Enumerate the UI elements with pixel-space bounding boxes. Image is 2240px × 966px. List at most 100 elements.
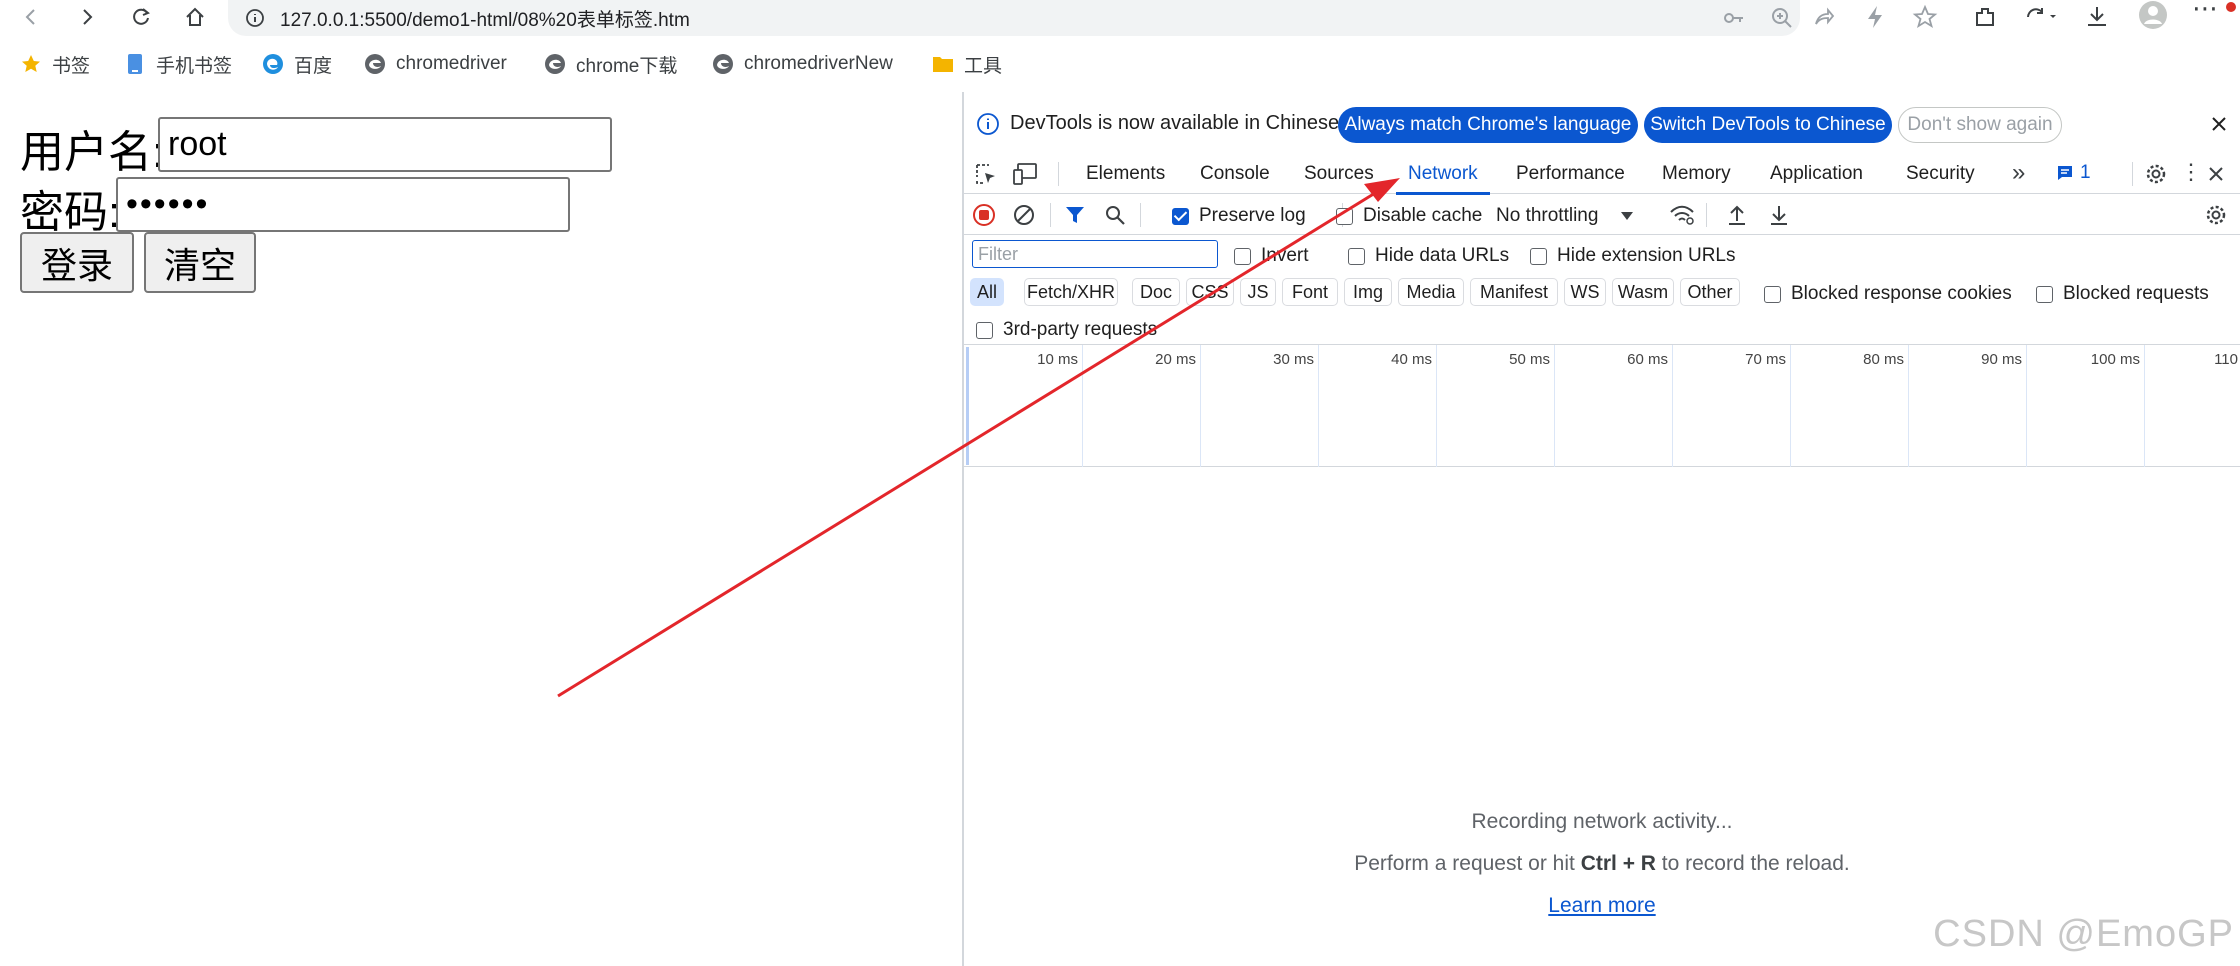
- timeline-left-handle[interactable]: [966, 347, 969, 465]
- timeline-tick-label: 110: [2214, 351, 2238, 368]
- issues-counter[interactable]: 1: [2056, 162, 2091, 184]
- tab-elements[interactable]: Elements: [1086, 154, 1165, 194]
- hide-extension-urls-checkbox[interactable]: Hide extension URLs: [1530, 245, 1735, 267]
- menu-dots-icon[interactable]: ⋯: [2192, 0, 2218, 24]
- home-icon: [186, 7, 204, 26]
- type-js[interactable]: JS: [1240, 278, 1276, 306]
- filter-input[interactable]: Filter: [972, 240, 1218, 268]
- tab-console[interactable]: Console: [1200, 154, 1270, 194]
- dont-show-again-button[interactable]: Don't show again: [1898, 107, 2062, 143]
- extensions-icon[interactable]: [1972, 4, 1998, 30]
- blocked-response-cookies-checkbox[interactable]: Blocked response cookies: [1764, 283, 2012, 305]
- sync-icon[interactable]: [2024, 4, 2060, 30]
- invert-checkbox[interactable]: Invert: [1234, 245, 1309, 267]
- tab-network[interactable]: Network: [1396, 154, 1490, 195]
- profile-avatar-icon[interactable]: [2136, 0, 2170, 32]
- home-button[interactable]: [178, 2, 212, 32]
- export-har-icon[interactable]: [1768, 203, 1790, 227]
- throttling-select[interactable]: No throttling: [1496, 205, 1634, 227]
- switch-to-chinese-button[interactable]: Switch DevTools to Chinese: [1644, 107, 1892, 143]
- type-ws[interactable]: WS: [1564, 278, 1606, 306]
- bookmark-label: chromedriver: [396, 53, 507, 74]
- always-match-language-button[interactable]: Always match Chrome's language: [1338, 107, 1638, 143]
- reload-button[interactable]: [124, 2, 158, 32]
- clear-icon[interactable]: [1012, 203, 1036, 227]
- key-icon: [1724, 13, 1743, 23]
- site-info-icon: [246, 9, 264, 27]
- bookmark-item[interactable]: chromedriver: [364, 44, 507, 84]
- device-toolbar-icon[interactable]: [1012, 162, 1038, 186]
- bookmark-item[interactable]: 工具: [932, 44, 1002, 84]
- site-icon: [544, 53, 566, 75]
- filter-row: Filter Invert Hide data URLs Hide extens…: [964, 235, 2240, 273]
- reload-icon: [133, 8, 150, 25]
- timeline-gridline: [1436, 345, 1437, 467]
- type-img[interactable]: Img: [1344, 278, 1392, 306]
- star-outline-icon[interactable]: [1912, 4, 1938, 30]
- record-icon[interactable]: [972, 203, 996, 227]
- kebab-menu-icon[interactable]: ⋮: [2180, 159, 2202, 185]
- browser-toolbar: 127.0.0.1:5500/demo1-html/08%20表单标签.htm …: [0, 0, 2240, 36]
- type-wasm[interactable]: Wasm: [1612, 278, 1674, 306]
- bookmark-label: 手机书签: [156, 55, 233, 77]
- share-icon[interactable]: [1812, 6, 1836, 30]
- clear-button[interactable]: 清空: [144, 232, 256, 293]
- star-icon: [20, 53, 42, 75]
- timeline-tick-label: 90 ms: [1981, 351, 2022, 368]
- settings-gear-icon[interactable]: [2144, 162, 2168, 186]
- disable-cache-checkbox[interactable]: Disable cache: [1336, 205, 1482, 227]
- type-manifest[interactable]: Manifest: [1470, 278, 1558, 306]
- back-button[interactable]: [14, 2, 48, 32]
- username-label: 用户名:: [20, 128, 165, 177]
- address-bar[interactable]: 127.0.0.1:5500/demo1-html/08%20表单标签.htm: [228, 0, 1800, 36]
- search-icon[interactable]: [1104, 204, 1126, 226]
- tab-security[interactable]: Security: [1906, 154, 1975, 194]
- tab-sources[interactable]: Sources: [1304, 154, 1374, 194]
- hide-extension-urls-label: Hide extension URLs: [1557, 245, 1736, 266]
- record-hint-prefix: Perform a request or hit: [1354, 852, 1581, 875]
- close-infobar-icon[interactable]: [2209, 114, 2229, 134]
- network-overview-timeline[interactable]: 10 ms 20 ms 30 ms 40 ms 50 ms 60 ms 70 ms 80 ms…: [964, 345, 2240, 467]
- username-input[interactable]: root: [158, 117, 612, 172]
- type-font[interactable]: Font: [1282, 278, 1338, 306]
- type-media[interactable]: Media: [1398, 278, 1464, 306]
- type-doc[interactable]: Doc: [1132, 278, 1180, 306]
- network-conditions-icon[interactable]: [1668, 203, 1696, 227]
- close-devtools-icon[interactable]: [2206, 164, 2226, 184]
- filter-funnel-icon[interactable]: [1064, 204, 1086, 226]
- back-arrow-icon: [25, 9, 35, 25]
- tab-memory[interactable]: Memory: [1662, 154, 1731, 194]
- bookmark-item[interactable]: chrome下载: [544, 44, 677, 84]
- bookmarks-bar: 书签 手机书签 百度 chromedriver chrome下载 chromed…: [0, 44, 2240, 86]
- bookmark-item[interactable]: 书签: [20, 44, 90, 84]
- bookmark-item[interactable]: chromedriverNew: [712, 44, 893, 84]
- more-tabs-icon[interactable]: »: [2012, 159, 2025, 187]
- tab-application[interactable]: Application: [1770, 154, 1863, 194]
- type-other[interactable]: Other: [1680, 278, 1740, 306]
- inspect-element-icon[interactable]: [974, 162, 998, 186]
- type-css[interactable]: CSS: [1186, 278, 1234, 306]
- type-all[interactable]: All: [970, 278, 1004, 306]
- blocked-requests-checkbox[interactable]: Blocked requests: [2036, 283, 2209, 305]
- login-button[interactable]: 登录: [20, 232, 134, 293]
- learn-more-link[interactable]: Learn more: [1548, 894, 1655, 917]
- tab-performance[interactable]: Performance: [1516, 154, 1625, 194]
- preserve-log-checkbox[interactable]: Preserve log: [1172, 205, 1306, 227]
- hide-data-urls-checkbox[interactable]: Hide data URLs: [1348, 245, 1509, 267]
- edge-icon: [262, 53, 284, 75]
- forward-button[interactable]: [70, 2, 104, 32]
- notification-dot: [2226, 2, 2236, 12]
- bookmark-item[interactable]: 手机书签: [124, 44, 232, 84]
- network-settings-gear-icon[interactable]: [2204, 203, 2228, 227]
- password-input[interactable]: ••••••: [116, 177, 570, 232]
- type-fetch-xhr[interactable]: Fetch/XHR: [1024, 278, 1118, 306]
- timeline-gridline: [1318, 345, 1319, 467]
- download-icon[interactable]: [2084, 4, 2110, 30]
- bookmark-label: 工具: [964, 55, 1003, 77]
- record-shortcut: Ctrl + R: [1580, 852, 1656, 875]
- third-party-requests-checkbox[interactable]: 3rd-party requests: [976, 319, 1157, 341]
- bookmark-item[interactable]: 百度: [262, 44, 332, 84]
- bookmark-label: chrome下载: [576, 55, 678, 77]
- import-har-icon[interactable]: [1726, 203, 1748, 227]
- bolt-icon[interactable]: [1864, 4, 1886, 30]
